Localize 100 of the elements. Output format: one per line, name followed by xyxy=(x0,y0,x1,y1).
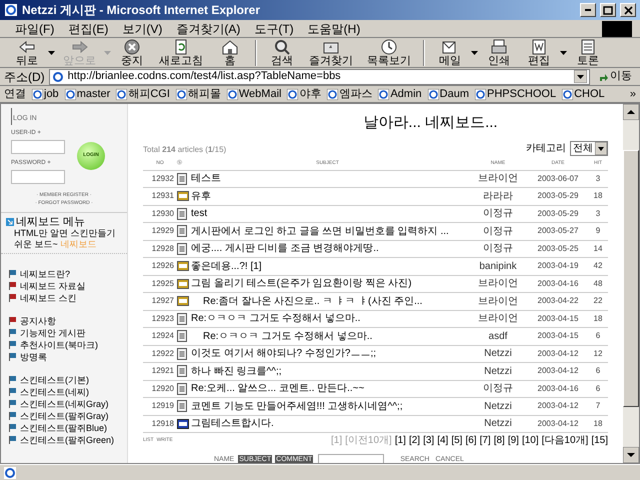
sidebar-link[interactable]: 스킨테스트(네찌Gray) xyxy=(9,398,119,410)
image-file-icon xyxy=(177,295,189,308)
page-link[interactable]: [3] xyxy=(423,433,434,448)
toolbar-button[interactable]: 토론 xyxy=(569,38,607,66)
sidebar-link[interactable]: 추천사이트(북마크) xyxy=(9,338,119,350)
category-select[interactable]: 전체 xyxy=(570,140,608,156)
search-input[interactable] xyxy=(318,454,384,463)
link-item[interactable]: 해피CGI xyxy=(116,86,170,102)
menu-item[interactable]: 도구(T) xyxy=(247,20,301,38)
page-link[interactable]: [10] xyxy=(522,433,539,448)
page-link[interactable]: [2] xyxy=(408,433,420,448)
toolbar-button[interactable]: 즐겨찾기 xyxy=(303,38,359,66)
maximize-button[interactable] xyxy=(600,3,616,17)
menu-item[interactable]: 보기(V) xyxy=(115,20,170,38)
page-link[interactable]: [8] xyxy=(494,433,505,448)
table-cell-text: 2003-05-29 xyxy=(536,208,580,220)
links-label: 연결 xyxy=(4,86,26,102)
document-icon xyxy=(177,172,189,185)
sidebar-link[interactable]: 네찌보드 자료실 xyxy=(9,280,119,292)
flag-icon xyxy=(9,328,16,336)
table-cell-text: 12928 xyxy=(150,242,175,255)
document-icon xyxy=(177,312,189,325)
sidebar-link[interactable]: 스킨테스트(팔쥐Blue) xyxy=(9,422,119,434)
menu-item[interactable]: 도움말(H) xyxy=(300,20,368,38)
image-file-icon xyxy=(177,260,189,272)
sidebar-link[interactable]: 스킨테스트(기본) xyxy=(9,374,119,386)
toolbar-button[interactable]: 메일 xyxy=(431,38,469,66)
page-link[interactable]: [다음10개] xyxy=(542,433,588,448)
address-field[interactable]: http://brianlee.codns.com/test4/list.asp?TableName=bbs xyxy=(48,68,590,84)
table-cell-text: 2003-05-27 xyxy=(536,225,580,238)
toolbar-button[interactable]: 홈 xyxy=(211,38,249,66)
scroll-up-icon[interactable] xyxy=(623,104,639,120)
page-link[interactable]: [15] xyxy=(591,433,608,448)
link-item[interactable]: 엠파스 xyxy=(327,86,372,102)
toolbar-button[interactable]: 뒤로 xyxy=(8,38,46,66)
link-item[interactable]: CHOL xyxy=(562,86,605,102)
image-file-icon xyxy=(177,278,189,290)
menu-item[interactable]: 파일(F) xyxy=(8,20,62,38)
caret-icon[interactable] xyxy=(471,50,478,54)
post-title-link[interactable]: 테스트 xyxy=(191,171,221,186)
post-title-link[interactable]: Re:좀더 잘나온 사진으로.. ㅋ ㅑㅋ ㅑ(사진 주인... xyxy=(191,294,422,309)
post-title-link[interactable]: test xyxy=(191,206,208,222)
sidebar-link[interactable]: 스킨테스트(팔쥐Green) xyxy=(9,434,119,446)
sidebar-link[interactable]: 공지사항 xyxy=(9,314,119,326)
go-button[interactable]: 이동 xyxy=(594,68,636,85)
link-item[interactable]: Daum xyxy=(428,86,469,102)
link-item[interactable]: Admin xyxy=(378,86,422,102)
post-title-link[interactable]: 에궁.... 게시판 디비를 조금 변경해야게땅.. xyxy=(191,241,379,256)
post-title-link[interactable]: 그림테스트합시다. xyxy=(191,416,274,432)
toolbar-button[interactable]: 중지 xyxy=(113,38,151,66)
page-link[interactable]: [6] xyxy=(465,433,477,448)
close-button[interactable] xyxy=(620,3,636,17)
post-title-link[interactable]: 그림 올리기 테스트(은주가 임요환이랑 찍은 사진) xyxy=(191,276,412,292)
link-item[interactable]: 해피몰 xyxy=(176,86,221,102)
post-title-link[interactable]: 이것도 여기서 해야되나? 수정인가?ㅡㅡ;; xyxy=(191,346,376,362)
more-links-button[interactable]: » xyxy=(630,86,636,102)
sidebar-link[interactable]: 기능제안 게시판 xyxy=(9,326,119,338)
menu-item[interactable]: 즐겨찾기(A) xyxy=(169,20,248,38)
dropdown-arrow-icon[interactable] xyxy=(574,70,587,83)
caret-icon[interactable] xyxy=(560,50,567,54)
user-id-field[interactable] xyxy=(11,140,65,154)
toolbar-button[interactable]: 편집 xyxy=(520,38,558,66)
post-title-link[interactable]: Re:ㅇㅋㅇㅋ 그거도 수정해서 넣으마.. xyxy=(191,328,372,344)
post-title-link[interactable]: 코멘트 기능도 만들어주세염!!! 고생하시네염^^;; xyxy=(191,398,403,414)
sidebar-link[interactable]: 네찌보드란? xyxy=(9,268,119,280)
post-title-link[interactable]: Re:오케... 알쓰으... 코멘트.. 만든다..~~ xyxy=(191,381,364,396)
toolbar-button[interactable]: 검색 xyxy=(263,38,301,66)
table-cell-text: 3 xyxy=(594,208,602,220)
page-link[interactable]: [7] xyxy=(480,433,491,448)
toolbar-button[interactable]: 목록보기 xyxy=(361,38,417,66)
post-title-link[interactable]: 유후 xyxy=(191,188,211,204)
sidebar-link[interactable]: 스킨테스트(팔쥐Gray) xyxy=(9,410,119,422)
toolbar-button[interactable]: 인쇄 xyxy=(480,38,518,66)
sidebar-link[interactable]: 방명록 xyxy=(9,350,119,362)
scrollbar-thumb[interactable] xyxy=(623,150,639,407)
link-item[interactable]: WebMail xyxy=(226,86,282,102)
page-link[interactable]: [4] xyxy=(437,433,448,448)
password-field[interactable] xyxy=(11,170,65,184)
scroll-down-icon[interactable] xyxy=(623,447,639,463)
table-cell-text: 12918 xyxy=(150,418,175,430)
link-item[interactable]: job xyxy=(32,86,59,102)
table-cell-text: 2003-04-16 xyxy=(536,278,580,290)
post-title-link[interactable]: 게시판에서 로그인 하고 글을 쓰면 비밀번호를 입력하지 ... xyxy=(191,224,449,239)
toolbar-button[interactable]: 새로고침 xyxy=(153,38,209,66)
sidebar-link[interactable]: 스킨테스트(네찌) xyxy=(9,386,119,398)
post-title-link[interactable]: Re:ㅇㅋㅇㅋ 그거도 수정해서 넣으마.. xyxy=(191,311,360,326)
link-item[interactable]: PHPSCHOOL xyxy=(475,86,556,102)
post-title-link[interactable]: 하나 빠진 링크를^^;; xyxy=(191,364,282,379)
link-item[interactable]: 야후 xyxy=(287,86,322,102)
caret-icon[interactable] xyxy=(48,50,55,54)
scrollbar[interactable] xyxy=(623,104,639,463)
page-link[interactable]: [5] xyxy=(451,433,462,448)
page-link[interactable]: [9] xyxy=(508,433,519,448)
arrow-icon xyxy=(6,218,14,226)
menu-item[interactable]: 편집(E) xyxy=(61,20,116,38)
sidebar-link[interactable]: 네찌보드 스킨 xyxy=(9,292,119,304)
post-title-link[interactable]: 좋은데용...?! [1] xyxy=(191,258,262,274)
link-item[interactable]: master xyxy=(64,86,110,102)
page-link[interactable]: [1] xyxy=(394,433,406,448)
minimize-button[interactable] xyxy=(580,3,596,17)
